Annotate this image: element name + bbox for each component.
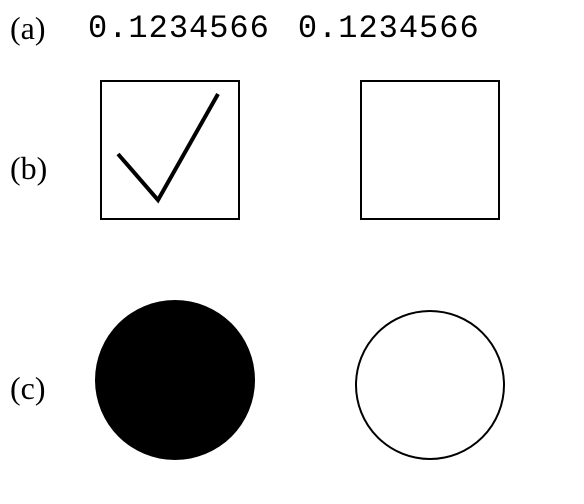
- row-a-value-2: 0.1234566: [298, 10, 480, 47]
- row-a: (a) 0.1234566 0.1234566: [10, 10, 480, 47]
- checkbox-checked[interactable]: [100, 80, 240, 220]
- radio-empty[interactable]: [355, 310, 505, 460]
- row-a-label: (a): [10, 10, 80, 47]
- row-b: (b): [10, 150, 80, 187]
- checkbox-unchecked[interactable]: [360, 80, 500, 220]
- row-a-value-1: 0.1234566: [88, 10, 270, 47]
- row-c-label: (c): [10, 370, 80, 407]
- row-c: (c): [10, 370, 80, 407]
- check-icon: [110, 82, 230, 222]
- row-b-label: (b): [10, 150, 80, 187]
- radio-filled[interactable]: [95, 300, 255, 460]
